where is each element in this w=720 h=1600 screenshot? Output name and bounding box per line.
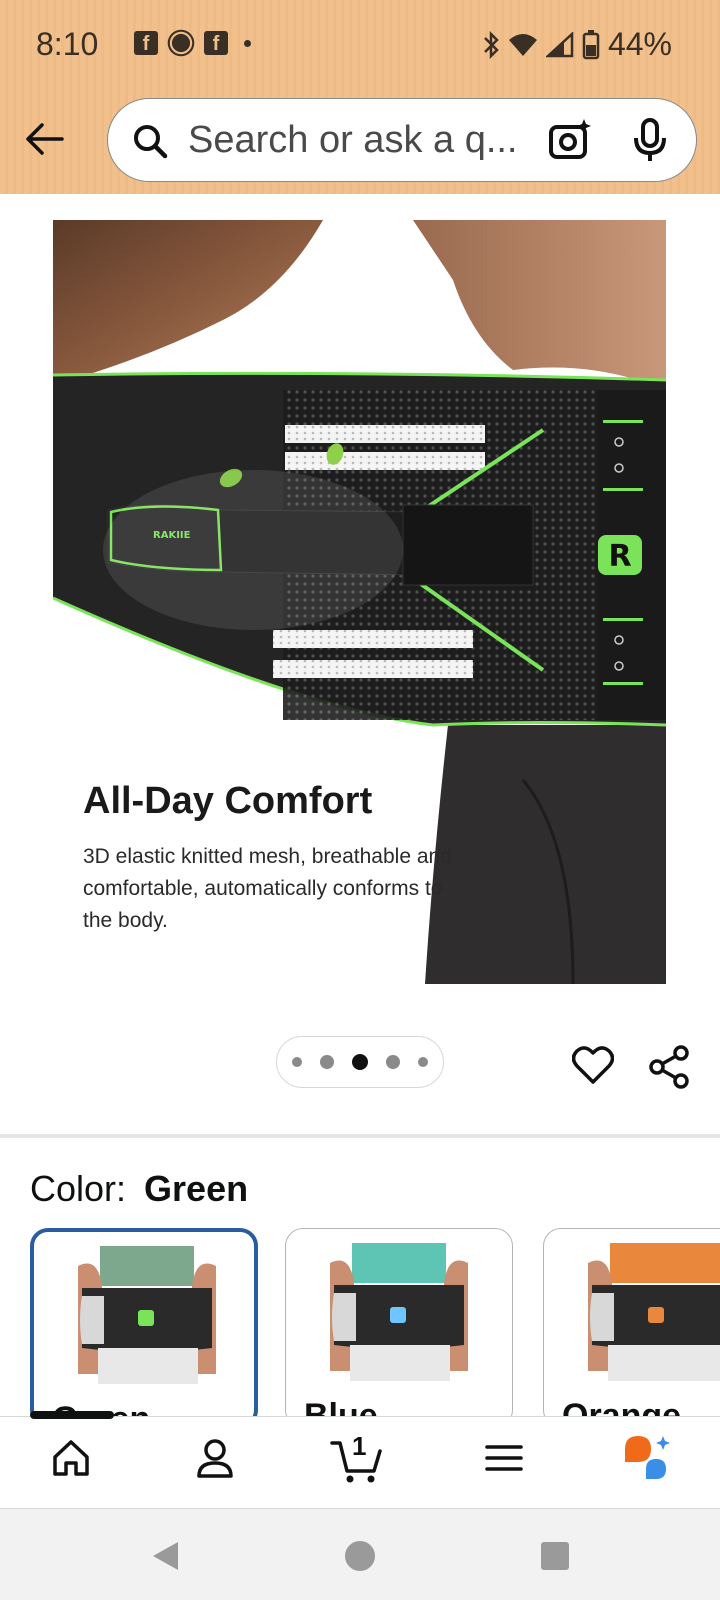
product-thumbnail (588, 1243, 720, 1381)
image-caption: All-Day Comfort 3D elastic knitted mesh,… (83, 780, 453, 937)
color-heading: Color: Green (30, 1168, 248, 1210)
system-navigation-bar (0, 1508, 720, 1600)
belt-logo: R (608, 539, 631, 574)
carousel-dot[interactable] (292, 1057, 302, 1067)
color-option-blue[interactable]: Blue (285, 1228, 513, 1428)
system-back-icon[interactable] (148, 1539, 182, 1573)
wifi-icon (508, 33, 537, 56)
shirt (100, 1246, 194, 1286)
more-notifications-icon (244, 39, 251, 47)
header: 8:10 f f 44% Search or ask a q... (0, 0, 720, 194)
system-recents-icon[interactable] (538, 1539, 572, 1573)
carousel-dot[interactable] (320, 1055, 334, 1069)
microphone-icon[interactable] (632, 117, 668, 163)
facebook-icon: f (134, 31, 158, 55)
home-icon[interactable] (50, 1437, 92, 1479)
shirt (610, 1243, 720, 1283)
status-bar: 8:10 f f 44% (0, 0, 720, 92)
system-status: 44% (482, 26, 672, 63)
color-option-orange[interactable]: Orange (543, 1228, 720, 1428)
battery-icon (582, 29, 600, 59)
signal-icon (545, 31, 574, 57)
camera-search-icon[interactable] (548, 117, 592, 163)
section-divider (0, 1134, 720, 1138)
menu-icon[interactable] (484, 1437, 524, 1479)
carousel-dot[interactable] (386, 1055, 400, 1069)
battery-percent: 44% (607, 26, 672, 62)
search-icon (134, 125, 168, 159)
color-option-green[interactable]: Green (30, 1228, 258, 1428)
search-input[interactable]: Search or ask a q... (188, 119, 538, 162)
search-bar[interactable]: Search or ask a q... (107, 98, 697, 182)
account-icon[interactable] (194, 1437, 236, 1479)
color-label: Color: (30, 1168, 127, 1209)
carousel-dot[interactable] (418, 1057, 428, 1067)
share-icon[interactable] (648, 1045, 690, 1089)
back-arrow-icon[interactable] (22, 116, 68, 162)
weather-icon (171, 33, 191, 53)
caption-body: 3D elastic knitted mesh, breathable and … (83, 845, 452, 932)
rufus-assistant-icon[interactable] (622, 1433, 672, 1483)
carousel-dot-active[interactable] (352, 1054, 368, 1070)
bluetooth-icon (484, 30, 499, 59)
cart-button[interactable]: 1 (330, 1429, 386, 1485)
facebook-icon: f (204, 31, 228, 55)
active-tab-indicator (30, 1411, 114, 1419)
clock: 8:10 (36, 26, 99, 62)
product-thumbnail (78, 1246, 216, 1384)
cart-count: 1 (352, 1431, 367, 1461)
bottom-navigation: 1 (0, 1411, 720, 1508)
product-thumbnail (330, 1243, 468, 1381)
notification-icons: f f (134, 30, 251, 56)
caption-title: All-Day Comfort (83, 780, 373, 822)
heart-icon[interactable] (572, 1045, 614, 1085)
image-carousel-indicator[interactable] (276, 1036, 444, 1088)
shirt (352, 1243, 446, 1283)
selected-color: Green (144, 1168, 249, 1209)
product-image[interactable]: R RAKIIE All-Day Comfort 3D elastic knit… (53, 220, 666, 984)
system-home-icon[interactable] (343, 1539, 377, 1573)
